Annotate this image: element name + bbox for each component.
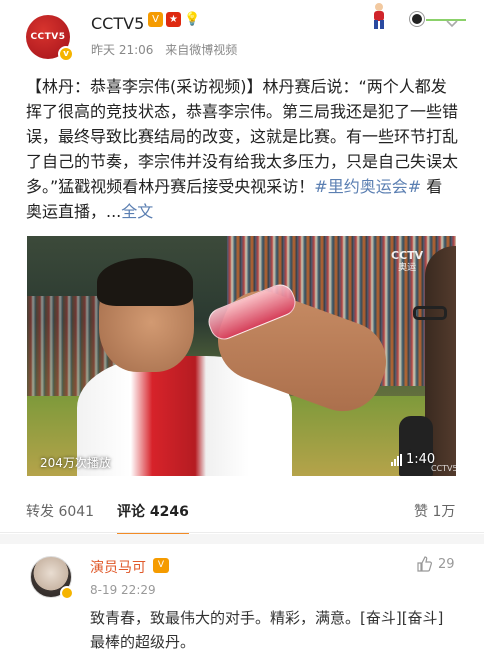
cctv-watermark: CCTV 奥运 [391, 250, 423, 274]
author-badges: V ★ 💡 [148, 12, 200, 27]
thumbs-up-icon [417, 556, 432, 572]
post-source: 来自微博视频 [165, 43, 238, 57]
video-views: 204万次播放 [40, 456, 111, 470]
ball-icon [410, 12, 424, 26]
watermark-subtext: 奥运 [398, 263, 417, 273]
comment-text: 致青春，致最伟大的对手。精彩，满意。[奋斗][奋斗]最棒的超级丹。 [90, 609, 444, 651]
comment-time: 8-19 22:29 [90, 583, 156, 597]
signal-bars-icon [391, 453, 402, 466]
author-name[interactable]: CCTV5 [91, 14, 144, 33]
cctv5-logo-icon: CCTV5 [30, 32, 66, 42]
post-header: CCTV5 v CCTV5 V ★ 💡 昨天 21:06 来自微博视频 [0, 0, 484, 70]
commenter-name[interactable]: 演员马可 [90, 557, 146, 577]
comment-like-button[interactable]: 29 [416, 556, 455, 572]
post-body: 【林丹：恭喜李宗伟(采访视频)】林丹赛后说：“两个人都发挥了很高的竞技状态，恭喜… [26, 74, 458, 224]
athlete-decoration-icon [374, 3, 384, 29]
post-meta: 昨天 21:06 来自微博视频 [91, 41, 245, 58]
hashtag-link[interactable]: #里约奥运会# [314, 177, 421, 196]
vip-icon[interactable]: V [148, 12, 163, 27]
watermark-text: CCTV [391, 249, 424, 262]
athlete-hair [97, 258, 193, 306]
lightbulb-icon[interactable]: 💡 [184, 12, 200, 27]
cctv5-bottom-mark: CCTV5 [431, 464, 456, 473]
glasses-icon [413, 306, 447, 320]
microphone-icon [399, 416, 433, 476]
repost-tab[interactable]: 转发 6041 [26, 501, 94, 521]
full-text-link[interactable]: 全文 [121, 202, 153, 221]
post-time: 昨天 21:06 [91, 43, 154, 57]
comment-item: 演员马可 V 8-19 22:29 29 致青春，致最伟大的对手。精彩，满意。[… [0, 544, 484, 662]
video-player[interactable]: CCTV 奥运 204万次播放 1:40 CCTV5 [27, 236, 456, 476]
comment-like-count: 29 [438, 556, 455, 572]
verified-badge-icon: v [58, 46, 74, 62]
china-flag-icon[interactable]: ★ [166, 12, 181, 27]
video-duration-area: 1:40 [391, 452, 435, 467]
verified-badge-icon [60, 586, 74, 600]
olympic-decoration [360, 0, 480, 34]
vip-icon[interactable]: V [153, 558, 169, 573]
chevron-down-icon[interactable] [446, 17, 458, 31]
post-stats-bar: 转发 6041 评论 4246 赞 1万 [0, 487, 484, 536]
like-tab[interactable]: 赞 1万 [414, 501, 455, 521]
comment-tab[interactable]: 评论 4246 [117, 501, 189, 536]
section-divider [0, 534, 484, 544]
